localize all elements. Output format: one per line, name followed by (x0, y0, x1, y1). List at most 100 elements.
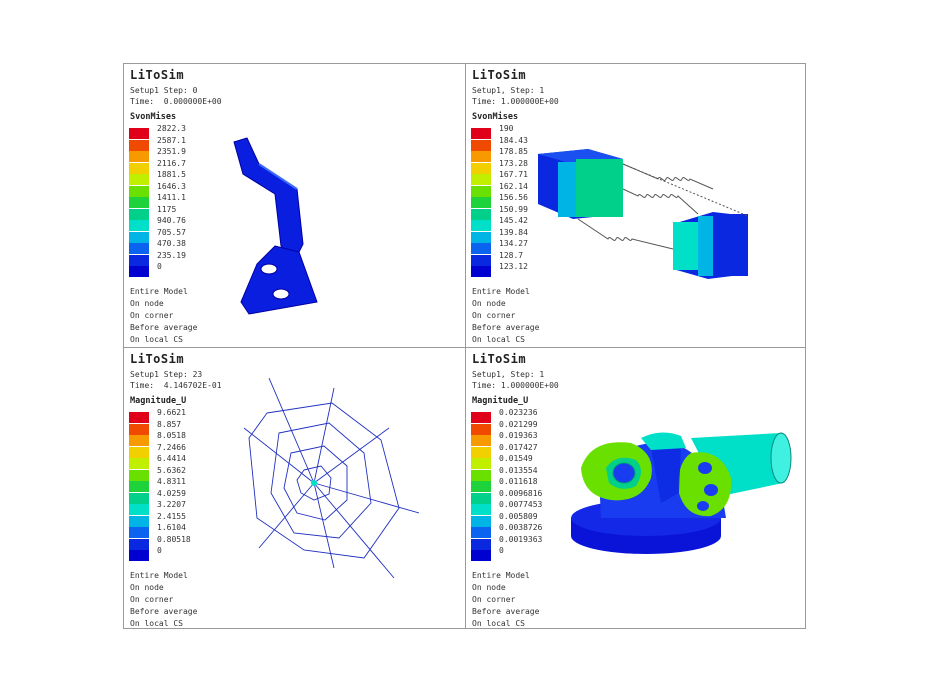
legend-value: 150.99 (499, 204, 528, 214)
legend-swatch (471, 504, 491, 515)
legend-value: 0.013554 (499, 465, 538, 475)
legend-swatch (129, 220, 149, 231)
result-options: Entire Model On node On corner Before avera… (472, 570, 539, 630)
legend-value: 7.2466 (157, 442, 186, 452)
legend-value: 705.57 (157, 227, 186, 237)
spring-blocks-model[interactable] (538, 134, 788, 284)
legend-swatch (471, 208, 491, 220)
legend-swatch (129, 481, 149, 492)
result-option-line: Entire Model (130, 571, 188, 580)
legend-swatch (471, 515, 491, 527)
legend-swatch (471, 151, 491, 162)
legend-swatch (129, 151, 149, 162)
result-option-line: Before average (472, 323, 540, 332)
legend-value: 4.0259 (157, 488, 186, 498)
legend-value: 2116.7 (157, 158, 186, 168)
spider-web-mesh-model[interactable] (239, 378, 419, 588)
legend-swatch (471, 469, 491, 481)
legend-value: 8.0518 (157, 431, 186, 440)
legend-value: 0.005809 (499, 511, 538, 521)
legend-value: 5.6362 (157, 465, 186, 475)
variable-label: Magnitude_U (472, 396, 529, 406)
bent-bracket-model[interactable] (219, 134, 329, 319)
viewport-grid: LiToSim Setup1 Step: 0 Time: 0.000000E+0… (123, 63, 806, 629)
legend-value: 0.01549 (499, 454, 533, 463)
legend-value: 0 (157, 546, 162, 555)
legend-value: 0.023236 (499, 408, 538, 417)
setup-step-label: Setup1 Step: 0 (130, 86, 198, 95)
setup-step-label: Setup1, Step: 1 (472, 86, 545, 95)
legend-swatch (471, 550, 491, 561)
viewport-bottom-right[interactable]: LiToSim Setup1, Step: 1 Time: 1.000000E+… (466, 348, 807, 630)
legend-swatch (471, 458, 491, 469)
result-option-line: On corner (472, 311, 516, 320)
variable-label: SvonMises (472, 112, 519, 122)
legend-value: 178.85 (499, 147, 528, 156)
legend-value: 145.42 (499, 216, 528, 225)
result-option-line: On node (472, 583, 506, 592)
legend-value: 4.8311 (157, 477, 186, 486)
legend-swatch (129, 435, 149, 446)
legend-value: 2587.1 (157, 135, 186, 145)
legend-value: 0.017427 (499, 442, 538, 452)
setup-step-label: Setup1 Step: 23 (130, 370, 203, 379)
viewport-top-right[interactable]: LiToSim Setup1, Step: 1 Time: 1.000000E+… (466, 64, 807, 346)
legend-swatch (129, 550, 149, 561)
viewport-top-left[interactable]: LiToSim Setup1 Step: 0 Time: 0.000000E+0… (124, 64, 465, 346)
legend-swatch (471, 435, 491, 446)
legend-value: 0.019363 (499, 431, 538, 440)
legend-value: 173.28 (499, 158, 528, 168)
legend-swatch (471, 231, 491, 243)
legend-value: 2.4155 (157, 511, 186, 521)
legend-value: 0.021299 (499, 419, 538, 429)
legend-swatch (129, 208, 149, 220)
time-label: Time: 0.000000E+00 (130, 97, 222, 106)
legend-swatch (129, 162, 149, 174)
result-option-line: On corner (130, 595, 174, 604)
panel-title: LiToSim (130, 352, 185, 366)
legend-value: 8.857 (157, 419, 182, 429)
housing-part-model[interactable] (561, 408, 801, 558)
legend-value: 1411.1 (157, 193, 186, 202)
legend-swatch (471, 412, 491, 423)
legend-value: 156.56 (499, 193, 528, 202)
legend-value: 0.0019363 (499, 534, 543, 544)
legend-value: 1646.3 (157, 181, 186, 191)
legend-swatch (129, 185, 149, 197)
legend-value: 940.76 (157, 216, 186, 225)
legend-value: 1.6104 (157, 523, 186, 532)
legend-value: 0.0038726 (499, 523, 543, 532)
legend-value: 3.2207 (157, 500, 186, 509)
result-option-line: On local CS (472, 335, 525, 344)
legend-swatch (129, 128, 149, 139)
legend-swatch (129, 527, 149, 538)
legend-value: 470.38 (157, 239, 186, 248)
legend-swatch (471, 492, 491, 504)
result-option-line: On local CS (130, 619, 183, 628)
legend-swatch (129, 254, 149, 266)
legend-swatch (129, 515, 149, 527)
legend-swatch (471, 139, 491, 151)
viewport-bottom-left[interactable]: LiToSim Setup1 Step: 23 Time: 4.146702E-… (124, 348, 465, 630)
result-option-line: Entire Model (472, 287, 530, 296)
result-option-line: Before average (130, 323, 198, 332)
legend-swatch (471, 243, 491, 254)
result-option-line: Entire Model (130, 287, 188, 296)
legend-swatch (129, 412, 149, 423)
legend-swatch (129, 458, 149, 469)
legend-swatch (471, 197, 491, 208)
legend-swatch (471, 481, 491, 492)
result-option-line: On corner (472, 595, 516, 604)
legend-value: 9.6621 (157, 408, 186, 417)
legend-swatch (471, 220, 491, 231)
legend-value: 2351.9 (157, 147, 186, 156)
legend-swatch (471, 538, 491, 550)
legend-swatch (129, 469, 149, 481)
legend-value: 0.011618 (499, 477, 538, 486)
panel-title: LiToSim (130, 68, 185, 82)
legend-value: 162.14 (499, 181, 528, 191)
legend-swatch (129, 243, 149, 254)
result-option-line: Before average (472, 607, 540, 616)
legend-swatch (129, 504, 149, 515)
legend-value: 1881.5 (157, 170, 186, 179)
